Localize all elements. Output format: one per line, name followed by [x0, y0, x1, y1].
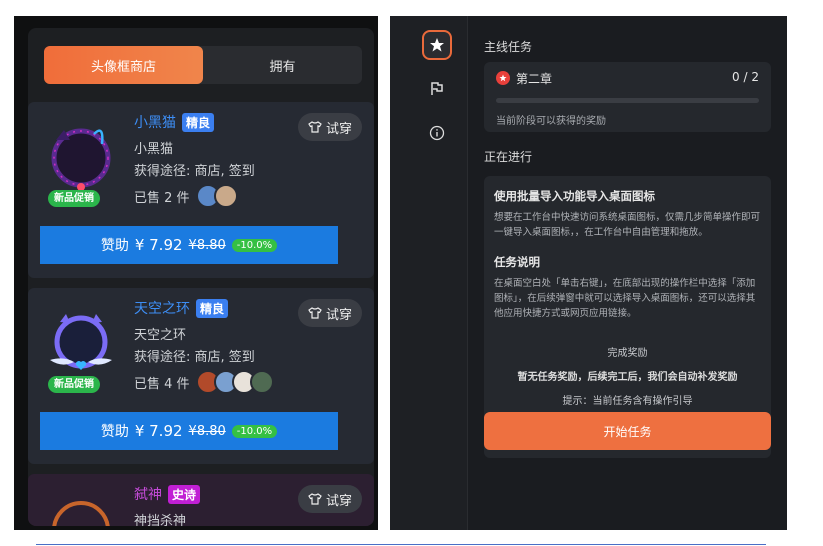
sponsor-button[interactable]: 赞助 ¥ 7.92 ¥8.80 -10.0% [40, 412, 338, 450]
chapter-card[interactable]: 第二章 0 / 2 当前阶段可以获得的奖励 [484, 62, 771, 132]
task-window: 主线任务 第二章 0 / 2 当前阶段可以获得的奖励 正在进行 使用批量导入功能… [390, 16, 787, 530]
shop-tabs: 头像框商店 拥有 [44, 46, 362, 84]
frame-card: 新品促销 天空之环 精良 试穿 天空之环 获得途径: 商店, 签到 已售 4 件 [28, 288, 374, 464]
shirt-icon [308, 307, 322, 319]
current-task-card: 使用批量导入功能导入桌面图标 想要在工作台中快速访问系统桌面图标，仅需几步简单操… [484, 176, 771, 458]
chapter-name: 第二章 [516, 72, 553, 86]
side-rail [390, 16, 468, 530]
discount-badge: -10.0% [231, 424, 278, 438]
task-howto-title: 任务说明 [494, 255, 540, 269]
promo-badge: 新品促销 [48, 190, 100, 207]
task-title: 使用批量导入功能导入桌面图标 [494, 189, 655, 203]
try-on-label: 试穿 [325, 493, 352, 509]
sponsor-button[interactable]: 赞助 ¥ 7.92 ¥8.80 -10.0% [40, 226, 338, 264]
chapter-progress-bar [496, 98, 759, 103]
screen: 头像框商店 拥有 新品促销 小黑猫 精良 试穿 小黑猫 获得途径: 商店, 签到… [0, 0, 823, 546]
rail-info-button[interactable] [422, 118, 452, 148]
sponsor-label: 赞助 [100, 424, 129, 440]
main-quest-title: 主线任务 [484, 40, 533, 54]
chapter-progress-count: 0 / 2 [732, 70, 759, 84]
try-on-button[interactable]: 试穿 [297, 485, 362, 513]
slayer-frame-image [52, 501, 110, 526]
avatar [249, 370, 274, 394]
buyer-avatars [195, 370, 274, 394]
try-on-label: 试穿 [325, 307, 352, 323]
frame-source: 获得途径: 商店, 签到 [134, 164, 255, 179]
shop-panel: 头像框商店 拥有 新品促销 小黑猫 精良 试穿 小黑猫 获得途径: 商店, 签到… [28, 28, 374, 526]
buyer-avatars [195, 184, 238, 208]
frame-name: 弑神 [134, 487, 162, 503]
shirt-icon [308, 493, 322, 505]
chapter-badge-icon [496, 71, 510, 85]
frame-card: 弑神 史诗 试穿 神挡杀神 [28, 474, 374, 526]
reward-title: 完成奖励 [607, 348, 648, 359]
shirt-icon [308, 121, 322, 133]
shop-window: 头像框商店 拥有 新品促销 小黑猫 精良 试穿 小黑猫 获得途径: 商店, 签到… [14, 16, 378, 530]
frame-title-row: 天空之环 精良 [134, 298, 229, 318]
price: ¥ 7.92 [134, 236, 183, 254]
tab-frame-shop[interactable]: 头像框商店 [44, 46, 203, 84]
frame-subtitle: 小黑猫 [134, 142, 174, 157]
try-on-label: 试穿 [325, 121, 352, 137]
chapter-reward-hint: 当前阶段可以获得的奖励 [496, 116, 606, 127]
frame-name: 天空之环 [134, 301, 190, 317]
start-task-button[interactable]: 开始任务 [484, 412, 771, 450]
tab-owned[interactable]: 拥有 [203, 46, 362, 84]
owned-row: 已售 4 件 [134, 370, 274, 394]
promo-badge: 新品促销 [48, 376, 100, 393]
sold-count: 已售 2 件 [134, 190, 190, 206]
old-price: ¥8.80 [188, 237, 226, 253]
sold-count: 已售 4 件 [134, 376, 190, 392]
in-progress-title: 正在进行 [484, 150, 533, 164]
rarity-badge: 史诗 [168, 484, 201, 504]
frame-title-row: 小黑猫 精良 [134, 112, 215, 132]
star-icon [430, 38, 444, 52]
reward-none-text: 暂无任务奖励，后续完工后，我们会自动补发奖励 [517, 372, 738, 383]
task-tip: 提示：当前任务含有操作引导 [562, 396, 693, 407]
frame-subtitle: 天空之环 [134, 328, 187, 343]
sponsor-label: 赞助 [100, 238, 129, 254]
owned-row: 已售 2 件 [134, 184, 238, 208]
task-main: 主线任务 第二章 0 / 2 当前阶段可以获得的奖励 正在进行 使用批量导入功能… [468, 16, 787, 530]
task-howto: 在桌面空白处「单击右键」，在底部出现的操作栏中选择「添加图标」，在后续弹窗中就可… [494, 278, 756, 319]
frame-source: 获得途径: 商店, 签到 [134, 350, 255, 365]
try-on-button[interactable]: 试穿 [297, 113, 362, 141]
rail-flag-button[interactable] [422, 74, 452, 104]
rail-star-button[interactable] [422, 30, 452, 60]
frame-subtitle: 神挡杀神 [134, 514, 187, 526]
sky-ring-frame-image [50, 314, 112, 370]
task-description: 想要在工作台中快速访问系统桌面图标，仅需几步简单操作即可一键导入桌面图标，，在工… [494, 212, 761, 238]
frame-card: 新品促销 小黑猫 精良 试穿 小黑猫 获得途径: 商店, 签到 已售 2 件 赞… [28, 102, 374, 278]
avatar [213, 184, 238, 208]
frame-name: 小黑猫 [134, 115, 176, 131]
price: ¥ 7.92 [134, 422, 183, 440]
rarity-badge: 精良 [196, 298, 229, 318]
black-cat-frame-image [51, 128, 111, 191]
try-on-button[interactable]: 试穿 [297, 299, 362, 327]
frame-title-row: 弑神 史诗 [134, 484, 201, 504]
old-price: ¥8.80 [188, 423, 226, 439]
divider-line [36, 544, 766, 545]
rarity-badge: 精良 [182, 112, 215, 132]
discount-badge: -10.0% [231, 238, 278, 252]
info-icon [429, 125, 445, 141]
flag-icon [431, 82, 443, 95]
